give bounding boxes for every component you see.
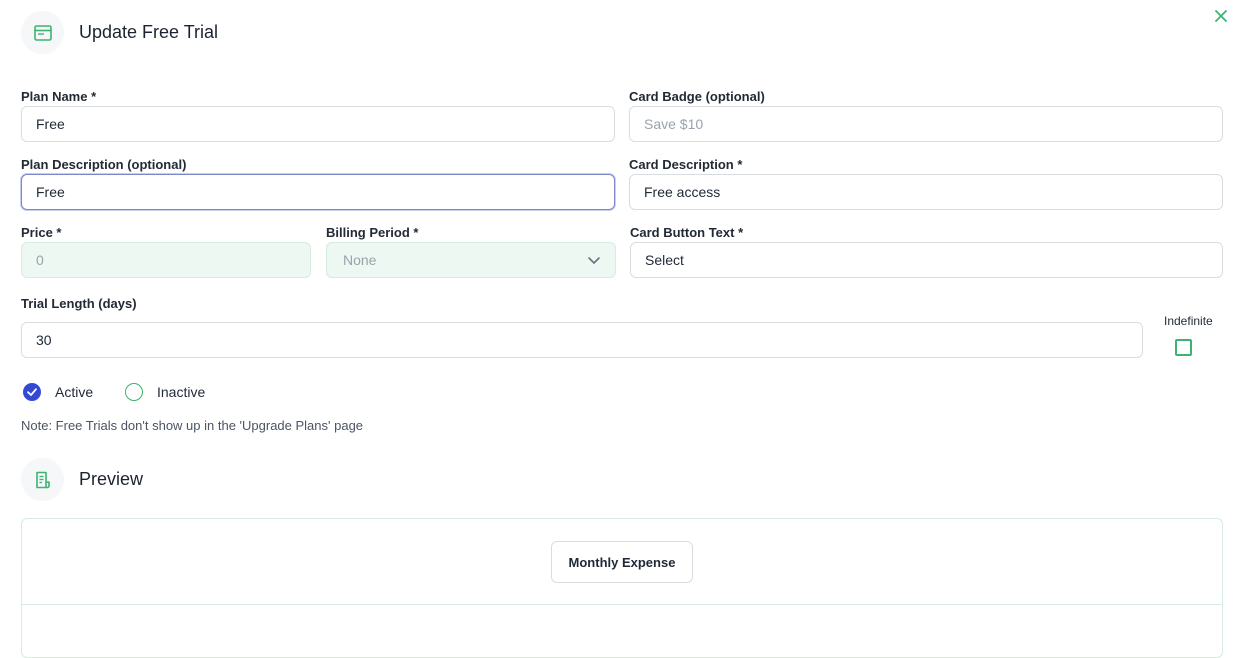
active-radio[interactable] (23, 383, 41, 401)
price-label: Price * (21, 225, 62, 240)
card-description-input[interactable]: Free access (629, 174, 1223, 210)
chevron-down-icon (588, 257, 600, 264)
price-placeholder: 0 (36, 252, 44, 268)
close-button[interactable] (1211, 6, 1231, 26)
card-button-text-input[interactable]: Select (630, 242, 1223, 278)
monthly-expense-button[interactable]: Monthly Expense (551, 541, 693, 583)
plan-name-label: Plan Name * (21, 89, 97, 104)
billing-period-select[interactable]: None (326, 242, 616, 278)
card-description-value: Free access (644, 184, 721, 200)
card-badge-input[interactable]: Save $10 (629, 106, 1223, 142)
check-icon (27, 388, 37, 396)
preview-card: Monthly Expense (21, 518, 1223, 658)
active-label: Active (55, 384, 94, 400)
card-badge-label: Card Badge (optional) (629, 89, 765, 104)
trial-length-input[interactable]: 30 (21, 322, 1143, 358)
close-icon (1215, 10, 1227, 22)
indefinite-checkbox[interactable] (1175, 339, 1192, 356)
trial-length-value: 30 (36, 332, 52, 348)
plan-name-value: Free (36, 116, 65, 132)
card-button-text-label: Card Button Text * (630, 225, 744, 240)
preview-title: Preview (79, 469, 144, 489)
page-title: Update Free Trial (79, 22, 219, 42)
inactive-radio[interactable] (125, 383, 143, 401)
card-description-label: Card Description * (629, 157, 743, 172)
inactive-label: Inactive (157, 384, 206, 400)
plan-description-label: Plan Description (optional) (21, 157, 187, 172)
billing-period-value: None (343, 252, 377, 268)
note-text: Note: Free Trials don't show up in the '… (21, 418, 364, 433)
price-input[interactable]: 0 (21, 242, 311, 278)
card-button-text-value: Select (645, 252, 684, 268)
document-icon (35, 471, 50, 488)
preview-divider (22, 604, 1222, 605)
card-badge-placeholder: Save $10 (644, 116, 704, 132)
indefinite-label: Indefinite (1164, 314, 1213, 328)
plan-name-input[interactable]: Free (21, 106, 615, 142)
billing-period-label: Billing Period * (326, 225, 419, 240)
plan-description-input[interactable]: Free (21, 174, 615, 210)
preview-icon-wrap (21, 458, 64, 501)
window-icon (33, 24, 52, 41)
trial-length-label: Trial Length (days) (21, 296, 137, 311)
header-icon-wrap (21, 11, 64, 54)
plan-description-value: Free (36, 184, 65, 200)
